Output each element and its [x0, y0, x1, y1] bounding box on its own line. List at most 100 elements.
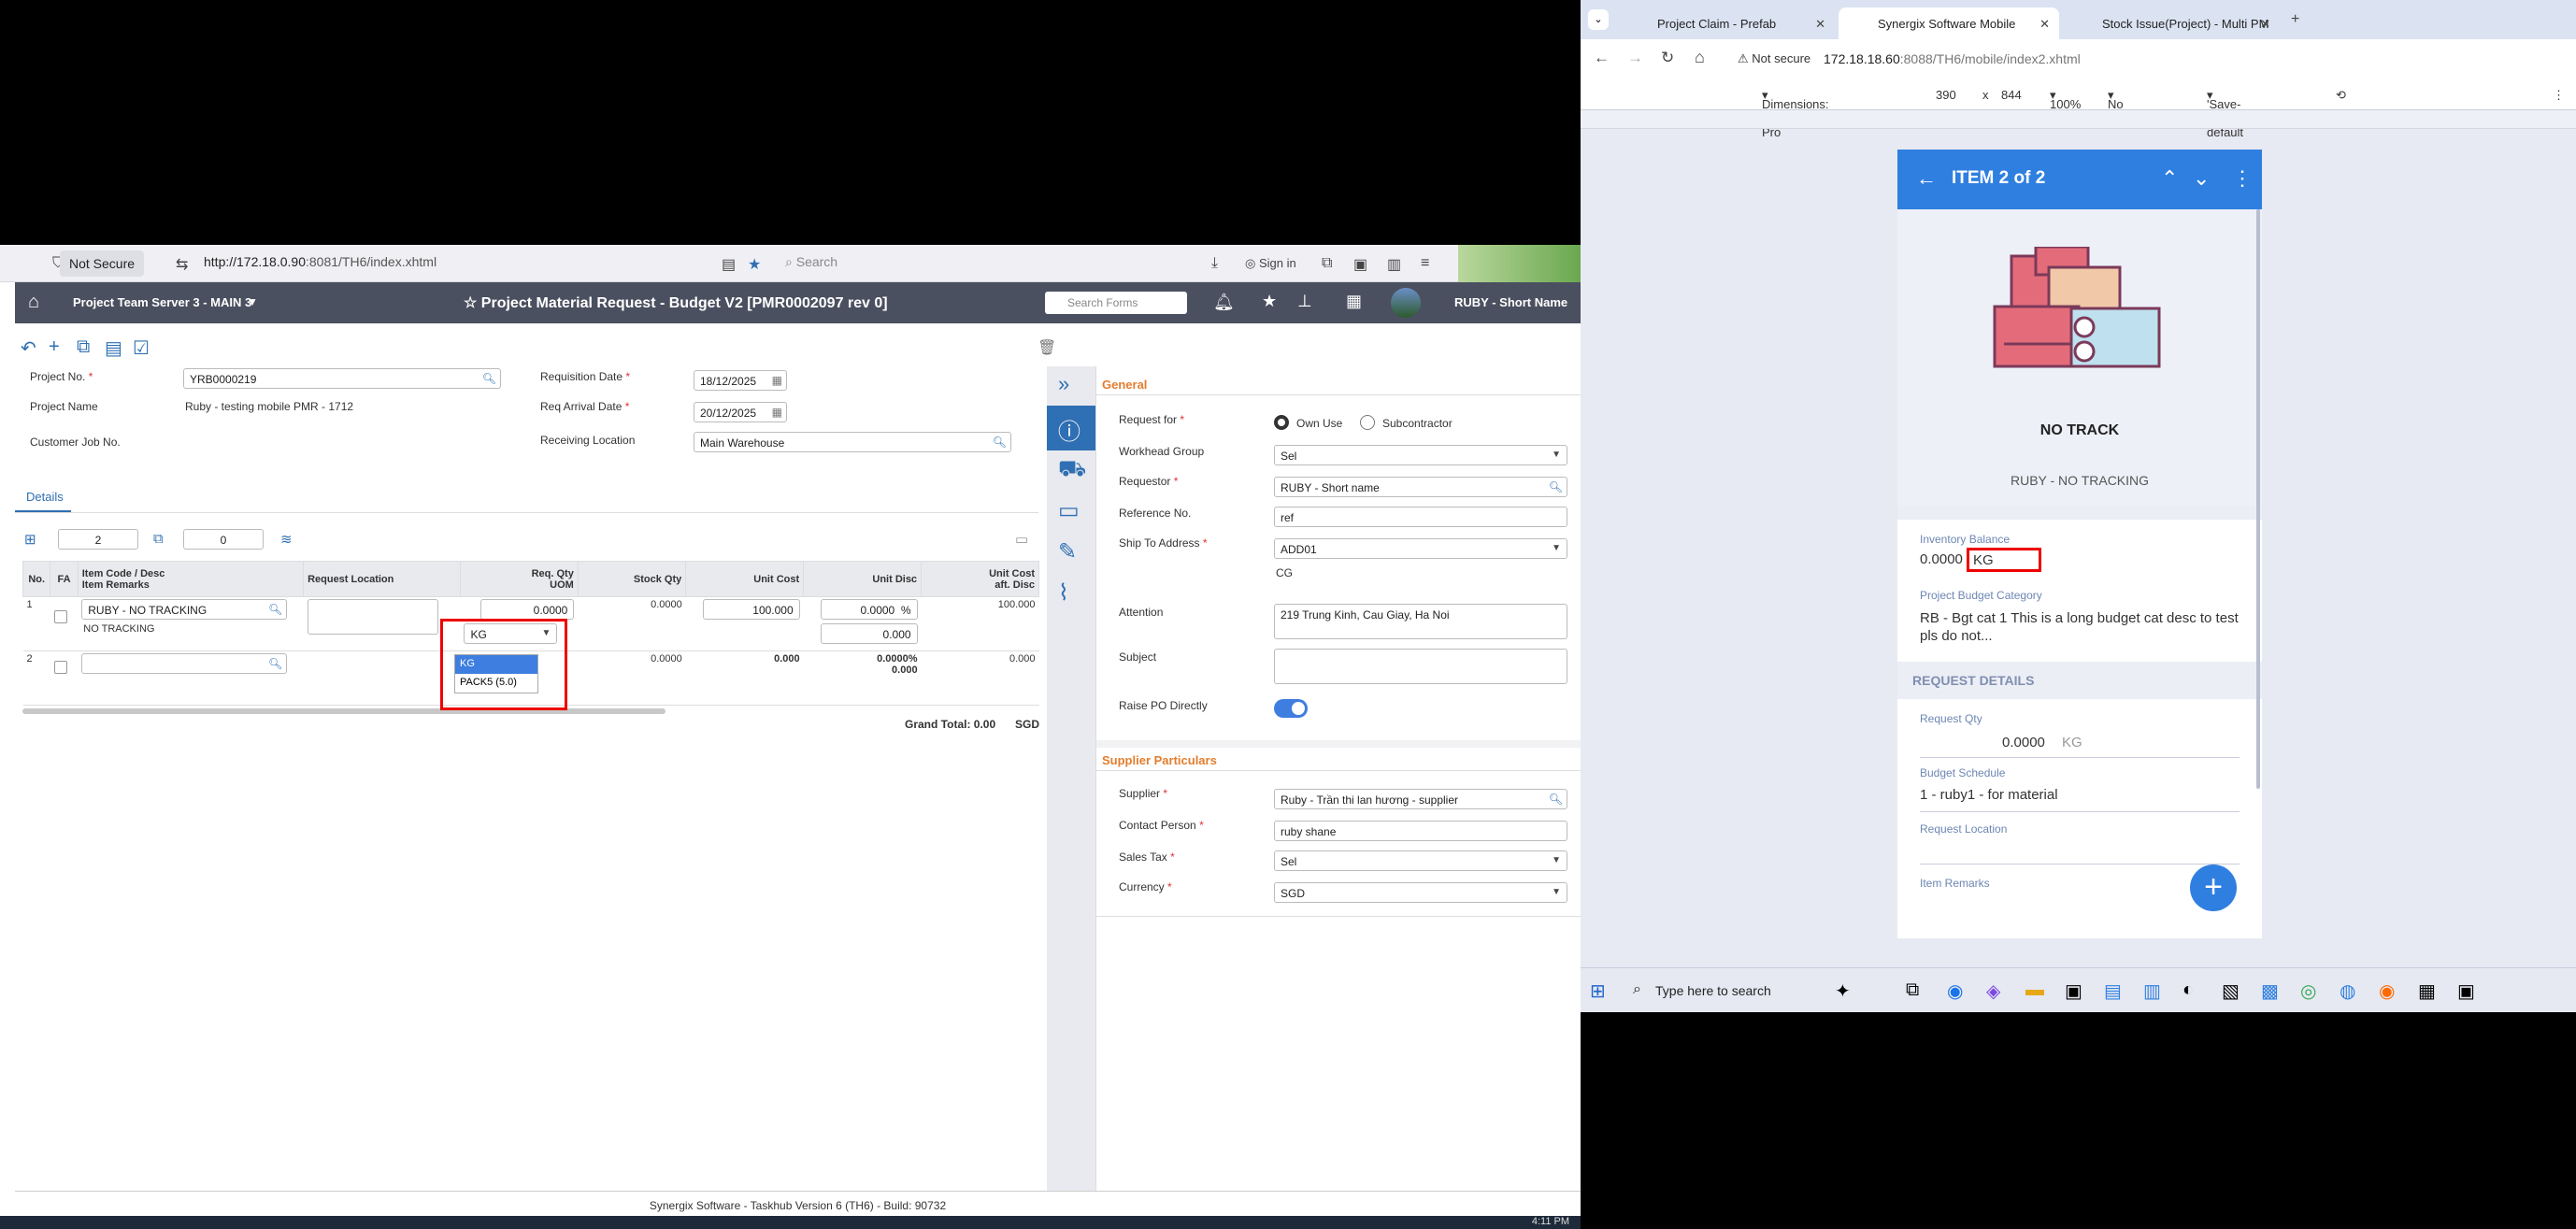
chevron-down-icon[interactable]: ▼ — [1552, 543, 1561, 553]
close-icon[interactable]: ✕ — [2039, 17, 2050, 32]
container-icon[interactable]: ▣ — [1353, 255, 1367, 274]
chevron-down-icon[interactable]: ▼ — [1552, 450, 1561, 460]
currency-select[interactable]: SGD ▼ — [1274, 882, 1567, 903]
search-icon[interactable]: 🔍︎ — [1549, 480, 1563, 493]
app-icon[interactable]: ◐ — [2182, 979, 2194, 1001]
server-selector[interactable]: Project Team Server 3 - MAIN 3 — [73, 295, 251, 309]
search-forms-input[interactable]: Search Forms — [1045, 292, 1187, 314]
edit-icon[interactable]: ✎ — [1058, 538, 1077, 565]
device-height[interactable]: 844 — [2001, 88, 2022, 102]
uom-dropdown-list[interactable]: KG PACK5 (5.0) — [454, 654, 538, 693]
supplier-input[interactable]: Ruby - Trần thi lan hương - supplier 🔍︎ — [1274, 789, 1567, 809]
chevron-down-icon[interactable]: ▼ — [1552, 855, 1561, 865]
subject-input[interactable] — [1274, 649, 1567, 684]
search-icon[interactable]: 🔍︎ — [268, 657, 282, 670]
attachment-icon[interactable]: ⌇ — [1058, 579, 1069, 607]
duplicate-icon[interactable]: ▤ — [105, 336, 122, 360]
rotate-icon[interactable]: ⟲ — [2336, 88, 2346, 103]
more-vert-icon[interactable]: ⋮ — [2232, 166, 2253, 191]
copy-icon[interactable]: ⧉ — [77, 336, 90, 358]
home-icon[interactable]: ⌂ — [28, 292, 39, 313]
avatar[interactable] — [1391, 288, 1421, 318]
forward-icon[interactable]: → — [1627, 49, 1643, 67]
permissions-icon[interactable]: ⇆ — [176, 255, 188, 274]
chrome-tab-active[interactable]: Synergix Software Mobile ✕ — [1839, 7, 2059, 39]
not-secure-chip[interactable]: Not Secure — [60, 250, 145, 277]
firefox-icon[interactable]: ◉ — [2379, 979, 2395, 1003]
receiving-location-input[interactable]: Main Warehouse 🔍︎ — [694, 432, 1011, 452]
more-vert-icon[interactable]: ⋮ — [2553, 88, 2565, 103]
chevron-up-icon[interactable]: ⌃ — [2161, 166, 2178, 191]
truck-icon[interactable]: ⛟ — [1058, 456, 1086, 484]
app-icon[interactable]: ▤ — [2104, 979, 2122, 1003]
search-icon[interactable]: 🔍︎ — [268, 603, 282, 616]
stack-icon[interactable]: ≋ — [280, 531, 293, 548]
project-no-input[interactable]: YRB0000219 🔍︎ — [183, 368, 501, 389]
taskbar-search[interactable]: ⌕ Type here to search — [1627, 978, 1835, 1004]
save-data-selector[interactable]: 'Save-Data': default ▾ — [2207, 88, 2243, 139]
workhead-select[interactable]: Sel ▼ — [1274, 445, 1567, 465]
requisition-date-input[interactable]: 18/12/2025 ▦ — [694, 370, 787, 391]
raise-po-toggle[interactable] — [1274, 699, 1308, 718]
copy-row-icon[interactable]: ⧉ — [153, 531, 164, 547]
card-icon[interactable]: ▭ — [1058, 497, 1080, 524]
uom-option[interactable]: PACK5 (5.0) — [455, 674, 537, 693]
contact-input[interactable]: ruby shane — [1274, 821, 1567, 841]
grid-settings-icon[interactable]: ▭ — [1015, 531, 1028, 548]
add-row-icon[interactable]: ⊞ — [24, 531, 36, 548]
fa-checkbox[interactable] — [53, 661, 67, 674]
back-arrow-icon[interactable]: ← — [1916, 166, 1937, 191]
add-icon[interactable]: + — [49, 336, 60, 358]
user-name[interactable]: RUBY - Short Name — [1454, 295, 1567, 309]
menu-icon[interactable]: ≡ — [1421, 255, 1429, 272]
bookmark-star-icon[interactable]: ★ — [748, 255, 761, 274]
search-icon[interactable]: 🔍︎ — [993, 436, 1007, 449]
item-code-input[interactable]: RUBY - NO TRACKING 🔍︎ — [81, 599, 288, 620]
extensions-icon[interactable]: ⧉ — [1322, 255, 1332, 272]
star-icon[interactable]: ★ — [1262, 292, 1277, 311]
reader-icon[interactable]: ▤ — [722, 255, 736, 274]
new-tab-icon[interactable]: + — [2291, 11, 2299, 28]
search-icon[interactable]: 🔍︎ — [1549, 793, 1563, 806]
app-icon[interactable]: ▩ — [2261, 979, 2279, 1003]
url-bar[interactable]: http://172.18.0.90:8081/TH6/index.xhtml — [204, 254, 436, 269]
disc-amount-input[interactable]: 0.000 — [820, 623, 918, 644]
browser-search[interactable]: ⌕ Search — [785, 254, 837, 270]
tab-search-icon[interactable]: ⌄ — [1588, 9, 1609, 30]
subcontractor-radio[interactable] — [1360, 415, 1375, 430]
app-icon[interactable]: ▣ — [2457, 979, 2475, 1003]
requestor-input[interactable]: RUBY - Short name 🔍︎ — [1274, 477, 1567, 497]
copilot-icon[interactable]: ◈ — [1986, 979, 2000, 1003]
item-code-input[interactable]: 🔍︎ — [81, 653, 288, 674]
req-arrival-input[interactable]: 20/12/2025 ▦ — [694, 402, 787, 422]
reference-input[interactable]: ref — [1274, 507, 1567, 527]
row-count-input[interactable]: 2 — [58, 529, 138, 550]
search-icon[interactable]: 🔍︎ — [482, 372, 496, 385]
chrome-tab[interactable]: Project Claim - Prefab ✕ — [1618, 7, 1835, 39]
uom-option[interactable]: KG — [455, 655, 537, 674]
file-explorer-icon[interactable]: ▬ — [2025, 979, 2044, 1001]
calculator-icon[interactable]: ▦ — [2418, 979, 2436, 1003]
app-icon[interactable]: ◍ — [2340, 979, 2355, 1003]
chart-icon[interactable]: ▦ — [1346, 292, 1362, 311]
home-icon[interactable]: ⌂ — [1695, 48, 1705, 67]
copy-count-input[interactable]: 0 — [183, 529, 264, 550]
not-secure-chip[interactable]: ⚠ Not secure — [1738, 51, 1810, 66]
budget-schedule-value[interactable]: 1 - ruby1 - for material — [1920, 787, 2058, 803]
calendar-icon[interactable]: ▦ — [772, 406, 782, 419]
bell-icon[interactable]: 🔔︎ — [1213, 293, 1235, 312]
unit-disc-input[interactable]: 0.0000 % — [820, 599, 918, 620]
trash-icon[interactable]: 🗑︎ — [1038, 338, 1056, 357]
library-icon[interactable]: ▥ — [1387, 255, 1401, 274]
task-view-icon[interactable]: ⧉ — [1906, 979, 1919, 1001]
unit-cost-input[interactable]: 100.000 — [702, 599, 800, 620]
app-icon[interactable]: ▧ — [2222, 979, 2240, 1003]
download-icon[interactable]: ⤓ — [1211, 255, 1218, 272]
info-icon[interactable]: ⓘ — [1058, 413, 1080, 446]
chrome-icon[interactable]: ◎ — [2300, 979, 2316, 1003]
calendar-icon[interactable]: ▦ — [772, 374, 782, 387]
add-fab-button[interactable]: + — [2190, 865, 2237, 911]
device-width[interactable]: 390 — [1936, 88, 1956, 102]
pin-icon[interactable]: ⊥ — [1297, 292, 1312, 311]
request-location-input[interactable] — [307, 599, 438, 635]
